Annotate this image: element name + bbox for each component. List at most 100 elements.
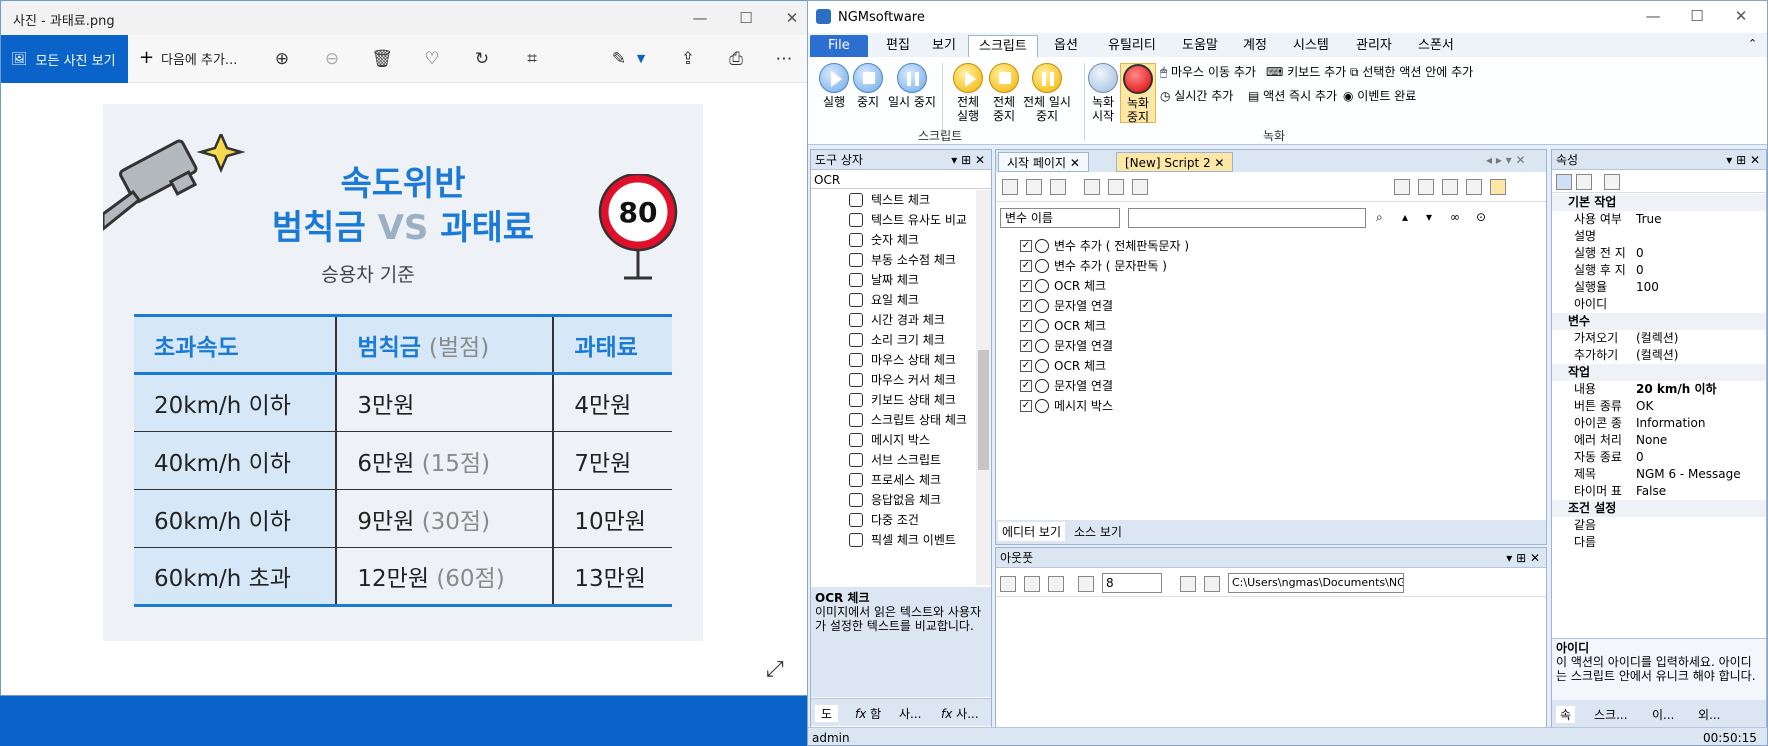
add-keyboard-button[interactable]: ⌨ 키보드 추가 [1266, 63, 1346, 81]
infinity-icon[interactable]: ∞ [1450, 210, 1460, 224]
line-checkbox[interactable]: ✓ [1020, 360, 1032, 372]
toolbox-item[interactable]: 날짜 체크 [811, 270, 976, 290]
pause-all-button[interactable]: 전체 일시 중지 [1018, 63, 1076, 123]
tab-editor-view[interactable]: 에디터 보기 [998, 522, 1066, 541]
property-row[interactable]: 사용 여부 True [1552, 211, 1766, 228]
tab-view[interactable]: 보기 [922, 35, 966, 57]
property-value[interactable]: False [1636, 483, 1666, 500]
step-end-icon[interactable] [1132, 179, 1148, 195]
save-icon[interactable] [1180, 576, 1196, 592]
tab-external[interactable]: 외... [1698, 706, 1720, 723]
property-value[interactable]: 0 [1636, 262, 1644, 279]
toolbox-item[interactable]: 요일 체크 [811, 290, 976, 310]
property-value[interactable]: 100 [1636, 279, 1659, 296]
list-icon[interactable] [1048, 576, 1064, 592]
toolbox-item[interactable]: 마우스 상태 체크 [811, 350, 976, 370]
zoom-out-icon[interactable]: ⊖ [319, 47, 345, 71]
toolbox-item[interactable]: 키보드 상태 체크 [811, 390, 976, 410]
script-line[interactable]: ✓ 변수 추가 ( 전체판독문자 ) [1002, 236, 1472, 256]
record-start-button[interactable]: 녹화 시작 [1086, 63, 1120, 123]
property-row[interactable]: 추가하기 (컬렉션) [1552, 347, 1766, 364]
script-line[interactable]: ✓ OCR 체크 [1002, 356, 1472, 376]
toolbox-item[interactable]: 시간 경과 체크 [811, 310, 976, 330]
step-icon[interactable] [1084, 179, 1100, 195]
log-path-input[interactable]: C:\Users\ngmas\Documents\NGM6\ [1228, 573, 1404, 593]
tab-utility[interactable]: 유틸리티 [1098, 35, 1166, 57]
tab-nav-icon[interactable]: ◂ ▸ ▾ ✕ [1486, 153, 1526, 167]
property-row[interactable]: 같음 [1552, 517, 1766, 534]
tree-icon[interactable] [1490, 179, 1506, 195]
tab-script-2[interactable]: [New] Script 2 ✕ [1116, 152, 1234, 172]
panel-controls-icon[interactable]: ▾ ⊞ ✕ [1726, 150, 1760, 170]
toolbox-item[interactable]: 응답없음 체크 [811, 490, 976, 510]
add-mouse-move-button[interactable]: 🖱 마우스 이동 추가 [1160, 63, 1256, 81]
property-row[interactable]: 아이콘 종 Information [1552, 415, 1766, 432]
tab-system[interactable]: 시스템 [1283, 35, 1339, 57]
variable-select[interactable]: 변수 이름 [1000, 208, 1120, 228]
line-checkbox[interactable]: ✓ [1020, 320, 1032, 332]
close-icon[interactable]: ✕ [1718, 5, 1764, 27]
heart-icon[interactable]: ♡ [419, 47, 445, 71]
property-pages-icon[interactable] [1604, 174, 1620, 190]
search-icon[interactable]: ⌕ [1376, 210, 1383, 225]
property-value[interactable]: (컬렉션) [1636, 347, 1678, 364]
pause-button[interactable]: 일시 중지 [884, 63, 940, 109]
close-icon[interactable]: ✕ [769, 7, 807, 29]
crop-icon[interactable]: ⌗ [519, 47, 545, 71]
property-value[interactable]: OK [1636, 398, 1653, 415]
folder-icon[interactable] [1204, 576, 1220, 592]
line-checkbox[interactable]: ✓ [1020, 380, 1032, 392]
add-to-button[interactable]: 다음에 추가... [161, 49, 237, 68]
sort-icon[interactable] [1576, 174, 1592, 190]
share-icon[interactable]: ⇪ [675, 47, 701, 71]
tool-icon[interactable] [1000, 576, 1016, 592]
toolbox-item[interactable]: 메시지 박스 [811, 430, 976, 450]
property-row[interactable]: 실행 후 지 0 [1552, 262, 1766, 279]
tab-sponsor[interactable]: 스폰서 [1408, 35, 1464, 57]
minimize-icon[interactable]: — [677, 7, 723, 29]
event-complete-button[interactable]: ◉ 이벤트 완료 [1343, 87, 1416, 105]
script-line[interactable]: ✓ OCR 체크 [1002, 316, 1472, 336]
script-line[interactable]: ✓ 메시지 박스 [1002, 396, 1472, 416]
property-row[interactable]: 자동 종료 0 [1552, 449, 1766, 466]
tab-toolbox[interactable]: 도 [815, 705, 839, 722]
toolbox-item[interactable]: 프로세스 체크 [811, 470, 976, 490]
print-icon[interactable]: ⎙ [723, 47, 749, 71]
toolbox-item[interactable]: 다중 조건 [811, 510, 976, 530]
property-row[interactable]: 에러 처리 None [1552, 432, 1766, 449]
collapse-ribbon-icon[interactable]: ⌃ [1748, 37, 1757, 50]
tab-file[interactable]: File [810, 35, 868, 57]
copy-icon[interactable] [1024, 576, 1040, 592]
pause-icon[interactable] [1026, 179, 1042, 195]
property-row[interactable]: 내용 20 km/h 이하 [1552, 381, 1766, 398]
toolbox-item[interactable]: 숫자 체크 [811, 230, 976, 250]
property-value[interactable]: True [1636, 211, 1662, 228]
more-icon[interactable]: ⋯ [771, 47, 797, 71]
property-row[interactable]: 제목 NGM 6 - Message [1552, 466, 1766, 483]
categorized-icon[interactable] [1556, 174, 1572, 190]
script-line[interactable]: ✓ 문자열 연결 [1002, 296, 1472, 316]
property-value[interactable]: (컬렉션) [1636, 330, 1678, 347]
property-value[interactable]: Information [1636, 415, 1705, 432]
property-row[interactable]: 실행 전 지 0 [1552, 245, 1766, 262]
line-checkbox[interactable]: ✓ [1020, 340, 1032, 352]
property-row[interactable]: 다름 [1552, 534, 1766, 551]
toolbox-item[interactable]: 부동 소수점 체크 [811, 250, 976, 270]
tab-start-page[interactable]: 시작 페이지 ✕ [998, 152, 1089, 172]
tab-dict[interactable]: 사... [899, 705, 921, 722]
line-checkbox[interactable]: ✓ [1020, 260, 1032, 272]
panel-controls-icon[interactable]: ▾ ⊞ ✕ [1506, 548, 1540, 568]
property-category[interactable]: 작업 [1552, 364, 1766, 381]
chevron-down-icon[interactable]: ▼ [628, 47, 654, 71]
check-icon[interactable] [1418, 179, 1434, 195]
property-value[interactable]: NGM 6 - Message [1636, 466, 1741, 483]
add-realtime-button[interactable]: ◷ 실시간 추가 [1160, 87, 1233, 105]
script-line[interactable]: ✓ 문자열 연결 [1002, 376, 1472, 396]
toolbox-item[interactable]: 소리 크기 체크 [811, 330, 976, 350]
down-icon[interactable]: ▾ [1426, 210, 1432, 224]
up-icon[interactable]: ▴ [1402, 210, 1408, 224]
all-photos-button[interactable]: 🖼 모든 사진 보기 [1, 35, 128, 83]
maximize-icon[interactable]: ☐ [723, 7, 769, 29]
script-line[interactable]: ✓ OCR 체크 [1002, 276, 1472, 296]
property-category[interactable]: 조건 설정 [1552, 500, 1766, 517]
